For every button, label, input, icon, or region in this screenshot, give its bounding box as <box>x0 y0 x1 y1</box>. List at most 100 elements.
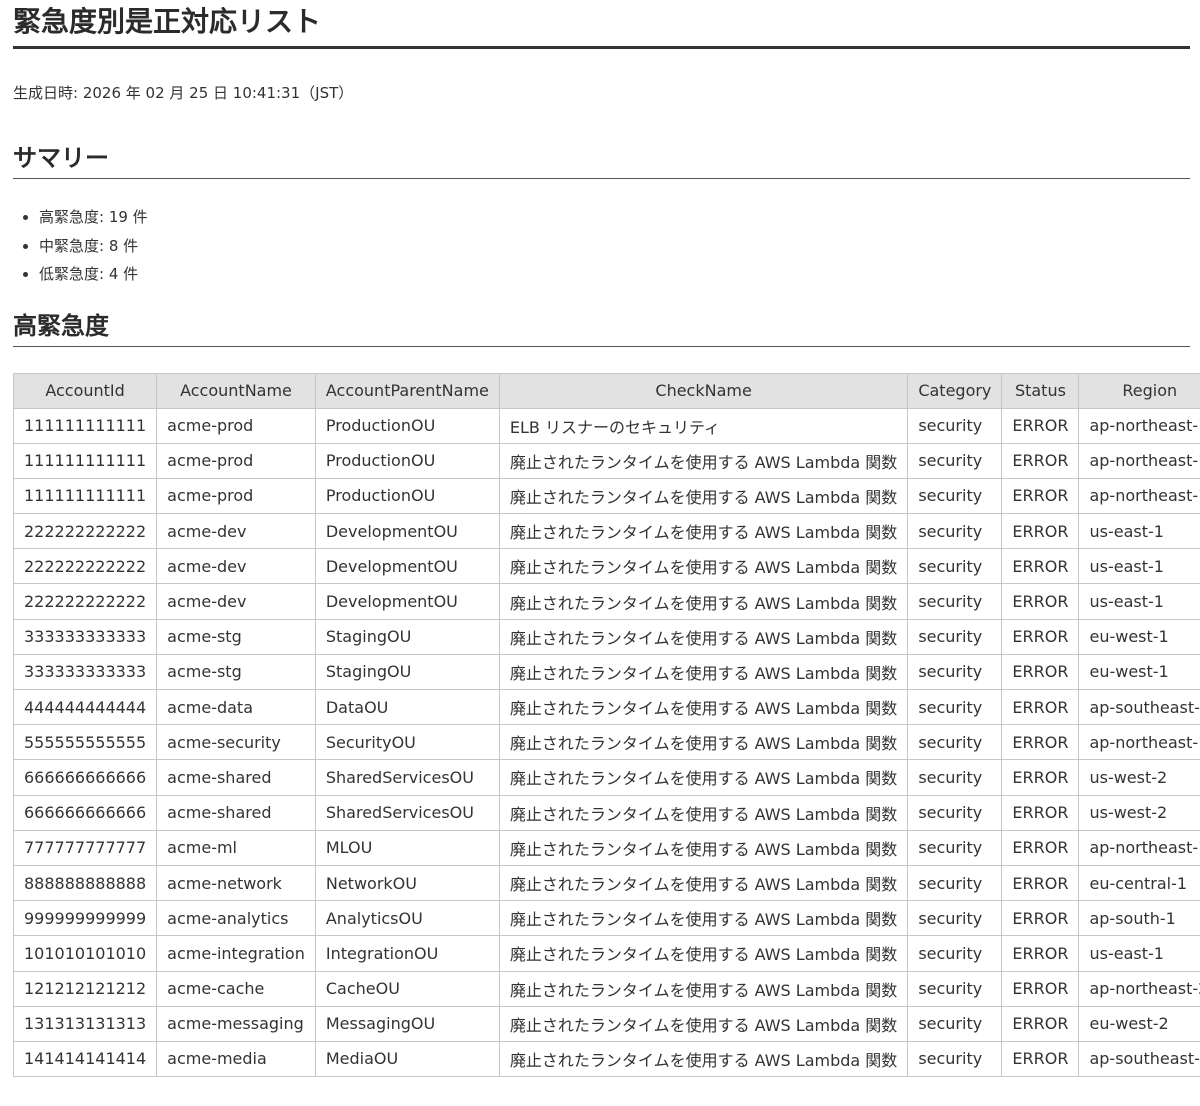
cell-checkname: 廃止されたランタイムを使用する AWS Lambda 関数 <box>498 970 909 1007</box>
cell-accountid: 555555555555 <box>12 724 158 761</box>
cell-accountid: 222222222222 <box>12 548 158 585</box>
table-row: 222222222222 acme-dev DevelopmentOU 廃止されたラン… <box>12 583 1200 620</box>
cell-accountname: acme-ml <box>156 829 316 866</box>
cell-accountparentname: StagingOU <box>314 618 500 655</box>
cell-region: eu-central-1 <box>1078 864 1200 902</box>
cell-accountparentname: DataOU <box>314 688 500 726</box>
cell-status: ERROR <box>1001 688 1080 726</box>
cell-category: security <box>907 653 1003 691</box>
cell-accountname: acme-network <box>156 864 316 902</box>
cell-accountname: acme-security <box>156 724 316 761</box>
cell-category: security <box>907 935 1003 972</box>
cell-region: us-east-1 <box>1078 583 1200 620</box>
cell-accountparentname: IntegrationOU <box>314 935 500 972</box>
cell-checkname: 廃止されたランタイムを使用する AWS Lambda 関数 <box>498 653 909 691</box>
cell-status: ERROR <box>1001 1005 1080 1042</box>
cell-checkname: 廃止されたランタイムを使用する AWS Lambda 関数 <box>498 477 909 515</box>
cell-accountid: 999999999999 <box>12 900 158 937</box>
cell-category: security <box>907 970 1003 1007</box>
cell-region: ap-northeast-2 <box>1078 970 1200 1007</box>
cell-category: security <box>907 583 1003 620</box>
cell-checkname: 廃止されたランタイムを使用する AWS Lambda 関数 <box>498 900 909 937</box>
table-row: 111111111111 acme-prod ProductionOU 廃止されたラン… <box>12 442 1200 479</box>
cell-checkname: 廃止されたランタイムを使用する AWS Lambda 関数 <box>498 513 909 550</box>
column-header-checkname: CheckName <box>498 372 909 409</box>
cell-accountname: acme-messaging <box>156 1005 316 1042</box>
page-title: 緊急度別是正対応リスト <box>13 0 1190 49</box>
table-row: 131313131313 acme-messaging MessagingOU 廃止さ… <box>12 1005 1200 1042</box>
cell-accountparentname: DevelopmentOU <box>314 513 500 550</box>
cell-category: security <box>907 864 1003 902</box>
cell-status: ERROR <box>1001 759 1080 796</box>
cell-status: ERROR <box>1001 548 1080 585</box>
cell-checkname: 廃止されたランタイムを使用する AWS Lambda 関数 <box>498 829 909 866</box>
report-page: 緊急度別是正対応リスト 生成日時: 2026 年 02 月 25 日 10:41… <box>0 0 1200 1078</box>
cell-accountid: 141414141414 <box>12 1040 158 1078</box>
cell-status: ERROR <box>1001 794 1080 831</box>
cell-checkname: 廃止されたランタイムを使用する AWS Lambda 関数 <box>498 1005 909 1042</box>
cell-checkname: 廃止されたランタイムを使用する AWS Lambda 関数 <box>498 794 909 831</box>
table-row: 141414141414 acme-media MediaOU 廃止されたランタイムを… <box>12 1040 1200 1078</box>
cell-accountname: acme-dev <box>156 513 316 550</box>
table-row: 666666666666 acme-shared SharedServicesOU 廃… <box>12 759 1200 796</box>
cell-accountparentname: AnalyticsOU <box>314 900 500 937</box>
cell-accountname: acme-stg <box>156 653 316 691</box>
table-row: 555555555555 acme-security SecurityOU 廃止された… <box>12 724 1200 761</box>
cell-status: ERROR <box>1001 829 1080 866</box>
column-header-accountname: AccountName <box>156 372 316 409</box>
column-header-category: Category <box>907 372 1003 409</box>
cell-region: ap-southeast-1 <box>1078 688 1200 726</box>
cell-checkname: 廃止されたランタイムを使用する AWS Lambda 関数 <box>498 442 909 479</box>
cell-category: security <box>907 618 1003 655</box>
cell-region: ap-south-1 <box>1078 900 1200 937</box>
cell-accountname: acme-dev <box>156 583 316 620</box>
cell-status: ERROR <box>1001 653 1080 691</box>
cell-category: security <box>907 548 1003 585</box>
cell-accountname: acme-analytics <box>156 900 316 937</box>
summary-heading: サマリー <box>13 141 1190 179</box>
column-header-accountid: AccountId <box>12 372 158 409</box>
cell-region: us-east-1 <box>1078 548 1200 585</box>
cell-accountparentname: StagingOU <box>314 653 500 691</box>
cell-status: ERROR <box>1001 618 1080 655</box>
cell-region: ap-northeast-1 <box>1078 442 1200 479</box>
table-row: 888888888888 acme-network NetworkOU 廃止されたラン… <box>12 864 1200 902</box>
cell-status: ERROR <box>1001 513 1080 550</box>
cell-accountid: 111111111111 <box>12 442 158 479</box>
cell-accountid: 222222222222 <box>12 513 158 550</box>
table-row: 333333333333 acme-stg StagingOU 廃止されたランタイムを… <box>12 618 1200 655</box>
cell-region: eu-west-2 <box>1078 1005 1200 1042</box>
cell-accountparentname: ProductionOU <box>314 442 500 479</box>
cell-accountname: acme-integration <box>156 935 316 972</box>
summary-list: 高緊急度: 19 件 中緊急度: 8 件 低緊急度: 4 件 <box>13 203 1190 289</box>
summary-item-high: 高緊急度: 19 件 <box>39 203 1190 232</box>
table-row: 222222222222 acme-dev DevelopmentOU 廃止されたラン… <box>12 548 1200 585</box>
cell-accountparentname: MediaOU <box>314 1040 500 1078</box>
cell-accountid: 121212121212 <box>12 970 158 1007</box>
cell-status: ERROR <box>1001 864 1080 902</box>
cell-accountname: acme-shared <box>156 794 316 831</box>
cell-checkname: 廃止されたランタイムを使用する AWS Lambda 関数 <box>498 688 909 726</box>
cell-region: ap-northeast-1 <box>1078 477 1200 515</box>
cell-accountid: 222222222222 <box>12 583 158 620</box>
cell-checkname: 廃止されたランタイムを使用する AWS Lambda 関数 <box>498 548 909 585</box>
cell-accountparentname: NetworkOU <box>314 864 500 902</box>
high-urgency-table: AccountId AccountName AccountParentName … <box>12 372 1200 1078</box>
cell-accountname: acme-prod <box>156 442 316 479</box>
table-body: 111111111111 acme-prod ProductionOU ELB リスナ… <box>12 407 1200 1078</box>
summary-item-low: 低緊急度: 4 件 <box>39 260 1190 289</box>
cell-checkname: 廃止されたランタイムを使用する AWS Lambda 関数 <box>498 583 909 620</box>
table-header-row: AccountId AccountName AccountParentName … <box>12 372 1200 409</box>
cell-checkname: ELB リスナーのセキュリティ <box>498 407 909 444</box>
table-row: 666666666666 acme-shared SharedServicesOU 廃… <box>12 794 1200 831</box>
table-row: 777777777777 acme-ml MLOU 廃止されたランタイムを使用する A… <box>12 829 1200 866</box>
cell-category: security <box>907 794 1003 831</box>
cell-accountname: acme-prod <box>156 407 316 444</box>
table-row: 999999999999 acme-analytics AnalyticsOU 廃止さ… <box>12 900 1200 937</box>
cell-accountname: acme-shared <box>156 759 316 796</box>
cell-region: ap-southeast-2 <box>1078 1040 1200 1078</box>
cell-region: us-west-2 <box>1078 759 1200 796</box>
cell-accountparentname: DevelopmentOU <box>314 548 500 585</box>
table-row: 333333333333 acme-stg StagingOU 廃止されたランタイムを… <box>12 653 1200 691</box>
cell-accountparentname: MLOU <box>314 829 500 866</box>
